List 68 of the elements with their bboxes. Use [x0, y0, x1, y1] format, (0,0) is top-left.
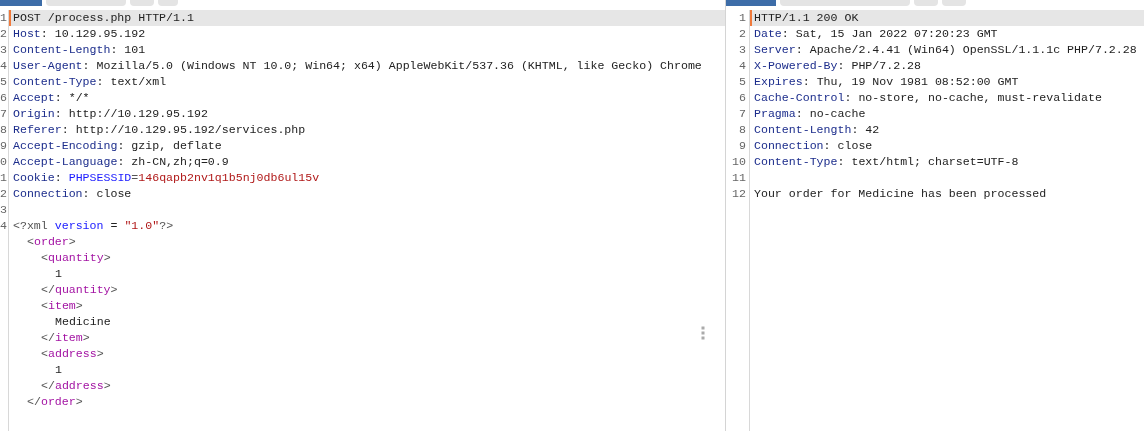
tab[interactable]	[726, 0, 776, 6]
line-number: 6	[739, 90, 746, 106]
xml-text: 1	[54, 266, 62, 282]
line-number: 4	[0, 218, 7, 234]
tab[interactable]	[0, 0, 42, 6]
line-number: 8	[0, 122, 7, 138]
line-number: 9	[0, 138, 7, 154]
tab[interactable]	[914, 0, 938, 6]
header-line: User-Agent: Mozilla/5.0 (Windows NT 10.0; Win64; x64) AppleWebKit/537.36 (KHTML, like Gecko) Chrome	[12, 58, 702, 74]
line-number: 8	[739, 122, 746, 138]
line-number: 9	[739, 138, 746, 154]
header-line: Cache-Control: no-store, no-cache, must-revalidate	[753, 90, 1102, 106]
tab[interactable]	[780, 0, 910, 6]
line-number: 6	[0, 90, 7, 106]
xml-tag: </quantity>	[37, 282, 118, 298]
line-number: 5	[739, 74, 746, 90]
line-number: 4	[0, 58, 7, 74]
xml-tag: <address>	[37, 346, 104, 362]
header-line: X-Powered-By: PHP/7.2.28	[753, 58, 921, 74]
line-number: 1	[0, 10, 7, 26]
header-line: Connection: close	[753, 138, 873, 154]
line-number: 4	[739, 58, 746, 74]
xml-tag: </address>	[37, 378, 111, 394]
header-line: Accept-Language: zh-CN,zh;q=0.9	[12, 154, 229, 170]
header-line: Referer: http://10.129.95.192/services.php	[12, 122, 306, 138]
line-number: 1	[0, 170, 7, 186]
xml-text: Medicine	[54, 314, 111, 330]
xml-tag: <order>	[23, 234, 76, 250]
xml-tag: <item>	[37, 298, 83, 314]
line-number: 1	[739, 10, 746, 26]
header-line: Cookie: PHPSESSID=146qapb2nv1q1b5nj0db6ul15v	[12, 170, 320, 186]
line-number: 12	[732, 186, 746, 202]
line-number: 0	[0, 154, 7, 170]
line-number: 10	[732, 154, 746, 170]
tab[interactable]	[46, 0, 126, 6]
header-line: Content-Type: text/html; charset=UTF-8	[753, 154, 1019, 170]
line-number: 7	[739, 106, 746, 122]
header-line: Content-Type: text/xml	[12, 74, 167, 90]
line-number: 5	[0, 74, 7, 90]
tab[interactable]	[130, 0, 154, 6]
header-line: Origin: http://10.129.95.192	[12, 106, 208, 122]
header-line: Expires: Thu, 19 Nov 1981 08:52:00 GMT	[753, 74, 1019, 90]
xml-text: 1	[54, 362, 62, 378]
header-line: Connection: close	[12, 186, 132, 202]
header-line: Server: Apache/2.4.41 (Win64) OpenSSL/1.1.1c PHP/7.2.28	[753, 42, 1137, 58]
line-number: 3	[739, 42, 746, 58]
line-number: 11	[732, 170, 746, 186]
line-number: 3	[0, 202, 7, 218]
drag-handle-icon[interactable]	[701, 326, 705, 340]
line-number: 2	[0, 186, 7, 202]
header-line: Date: Sat, 15 Jan 2022 07:20:23 GMT	[753, 26, 998, 42]
header-line: Accept: */*	[12, 90, 90, 106]
header-line: Accept-Encoding: gzip, deflate	[12, 138, 222, 154]
header-line: Host: 10.129.95.192	[12, 26, 146, 42]
code-line: Your order for Medicine has been processed	[753, 186, 1047, 202]
line-number: 7	[0, 106, 7, 122]
line-number: 2	[0, 26, 7, 42]
tab[interactable]	[942, 0, 966, 6]
line-number: 2	[739, 26, 746, 42]
xml-tag: </order>	[23, 394, 83, 410]
xml-tag: </item>	[37, 330, 90, 346]
code-line: <?xml version = "1.0"?>	[12, 218, 174, 234]
xml-tag: <quantity>	[37, 250, 111, 266]
header-line: Content-Length: 42	[753, 122, 880, 138]
header-line: Pragma: no-cache	[753, 106, 866, 122]
line-number: 3	[0, 42, 7, 58]
header-line: Content-Length: 101	[12, 42, 146, 58]
tab[interactable]	[158, 0, 178, 6]
